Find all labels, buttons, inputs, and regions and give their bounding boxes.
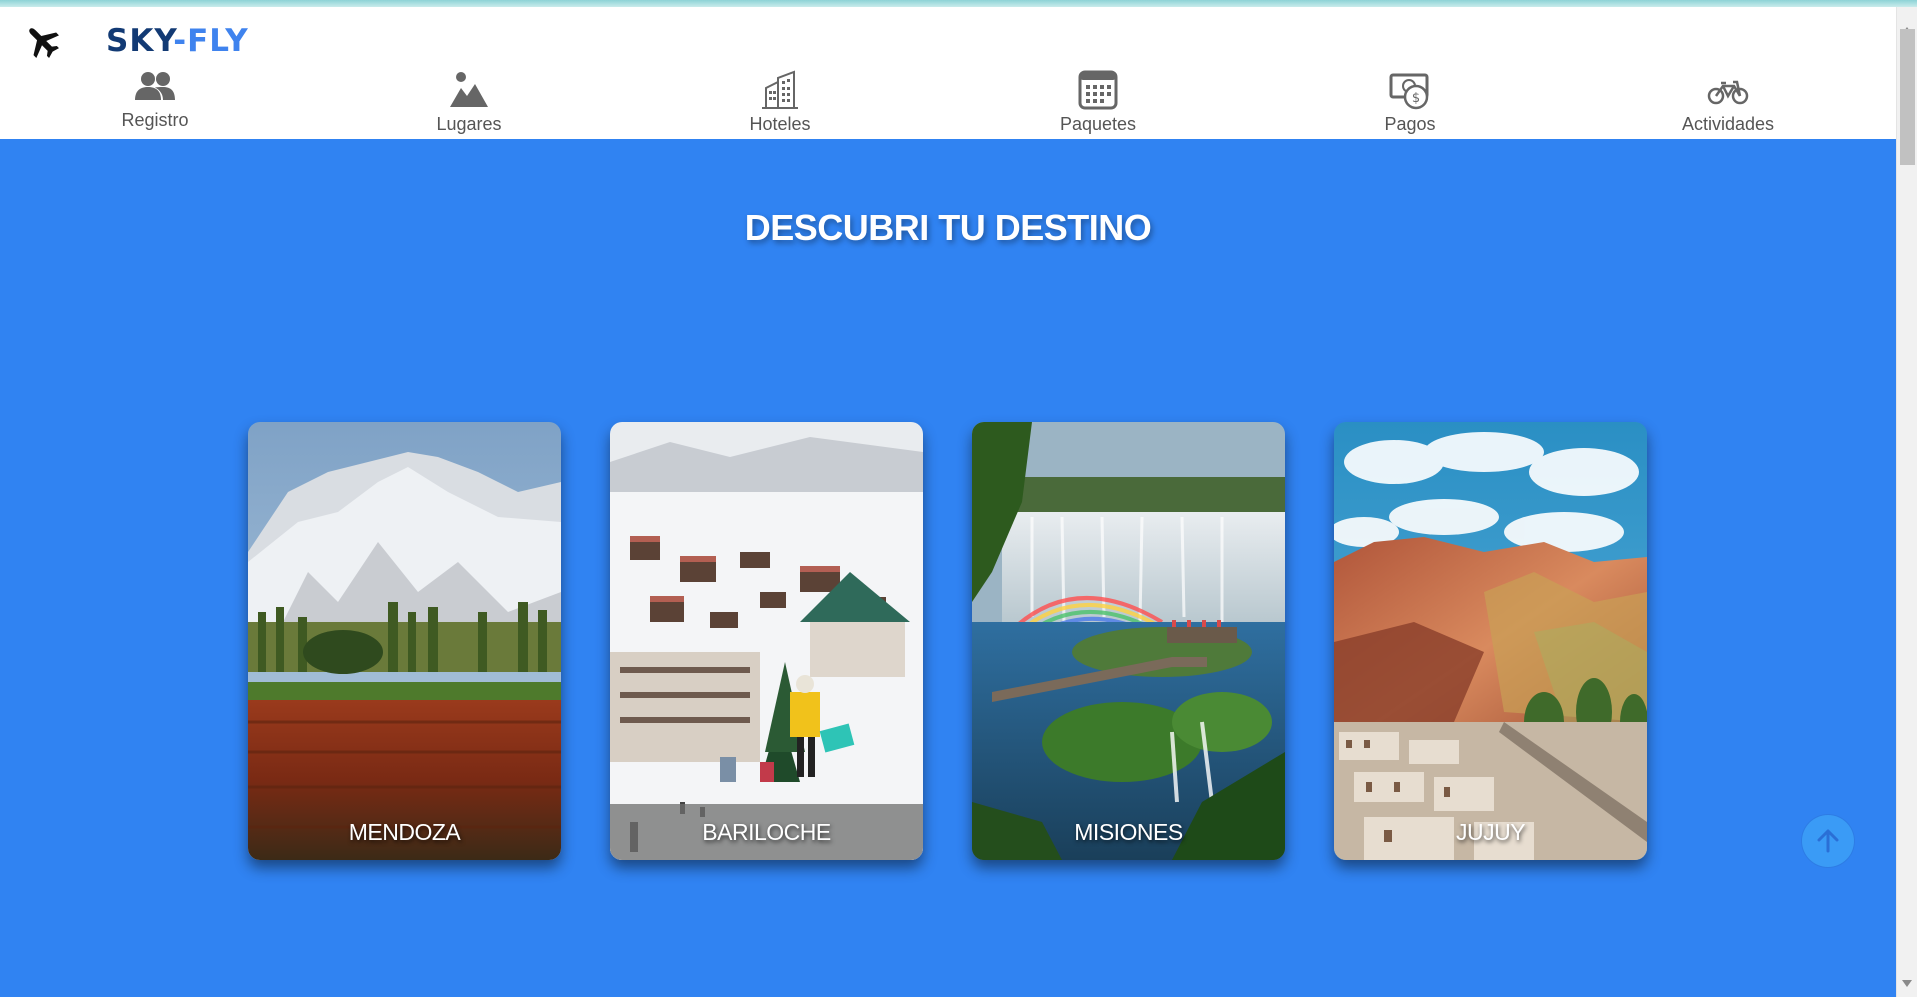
nav-item-paquetes[interactable]: Paquetes: [1028, 70, 1168, 135]
brand-logo[interactable]: SKY-FLY: [22, 21, 249, 61]
nav-item-pagos[interactable]: $ Pagos: [1340, 70, 1480, 135]
jujuy-photo: [1334, 422, 1647, 860]
nav-label: Registro: [121, 110, 189, 130]
page-scrollbar[interactable]: [1896, 7, 1917, 997]
misiones-photo: [972, 422, 1285, 860]
nav-label: Lugares: [436, 114, 502, 134]
airplane-icon: [22, 21, 62, 61]
users-icon: [135, 72, 175, 100]
svg-text:$: $: [1412, 91, 1420, 106]
browser-top-strip: [0, 0, 1917, 7]
destination-name: MENDOZA: [348, 818, 461, 845]
section-title: DESCUBRI TU DESTINO: [744, 207, 1152, 248]
scroll-down-arrow-icon[interactable]: [1902, 980, 1912, 987]
destinations-section: DESCUBRI TU DESTINO MENDOZA BARILOCHE MI…: [0, 139, 1896, 997]
destination-name: BARILOCHE: [610, 804, 923, 860]
building-icon: [762, 70, 798, 109]
destination-name: MISIONES: [1074, 818, 1183, 845]
mendoza-photo: [248, 422, 561, 860]
brand-fly: FLY: [187, 23, 249, 59]
arrow-up-icon: [1817, 829, 1839, 853]
destination-name: JUJUY: [1455, 818, 1526, 845]
site-header: SKY-FLY Registro Lugares Hoteles Paquete…: [0, 7, 1896, 139]
scroll-to-top-button[interactable]: [1802, 815, 1854, 867]
brand-name: SKY-FLY: [106, 23, 249, 59]
destination-card-misiones[interactable]: MISIONES: [972, 422, 1285, 860]
nav-item-actividades[interactable]: Actividades: [1658, 70, 1798, 135]
bicycle-icon: [1707, 80, 1749, 105]
page: SKY-FLY Registro Lugares Hoteles Paquete…: [0, 0, 1917, 997]
nav-item-hoteles[interactable]: Hoteles: [710, 70, 850, 135]
money-icon: $: [1389, 73, 1429, 110]
landscape-icon: [450, 72, 488, 107]
nav-label: Actividades: [1681, 114, 1775, 134]
nav-label: Paquetes: [1059, 114, 1137, 134]
destination-card-bariloche[interactable]: BARILOCHE: [610, 422, 923, 860]
nav-label: Hoteles: [749, 114, 811, 134]
calendar-icon: [1078, 70, 1118, 110]
bariloche-photo: [610, 422, 923, 860]
destination-card-mendoza[interactable]: MENDOZA: [248, 422, 561, 860]
nav-item-lugares[interactable]: Lugares: [399, 70, 539, 135]
nav-item-registro[interactable]: Registro: [85, 70, 225, 131]
brand-dash: -: [173, 23, 188, 59]
brand-sky: SKY: [106, 23, 174, 59]
scrollbar-thumb[interactable]: [1900, 29, 1915, 165]
main-nav: Registro Lugares Hoteles Paquetes $ Pago…: [0, 70, 1896, 139]
nav-label: Pagos: [1384, 114, 1436, 134]
destination-card-jujuy[interactable]: JUJUY: [1334, 422, 1647, 860]
